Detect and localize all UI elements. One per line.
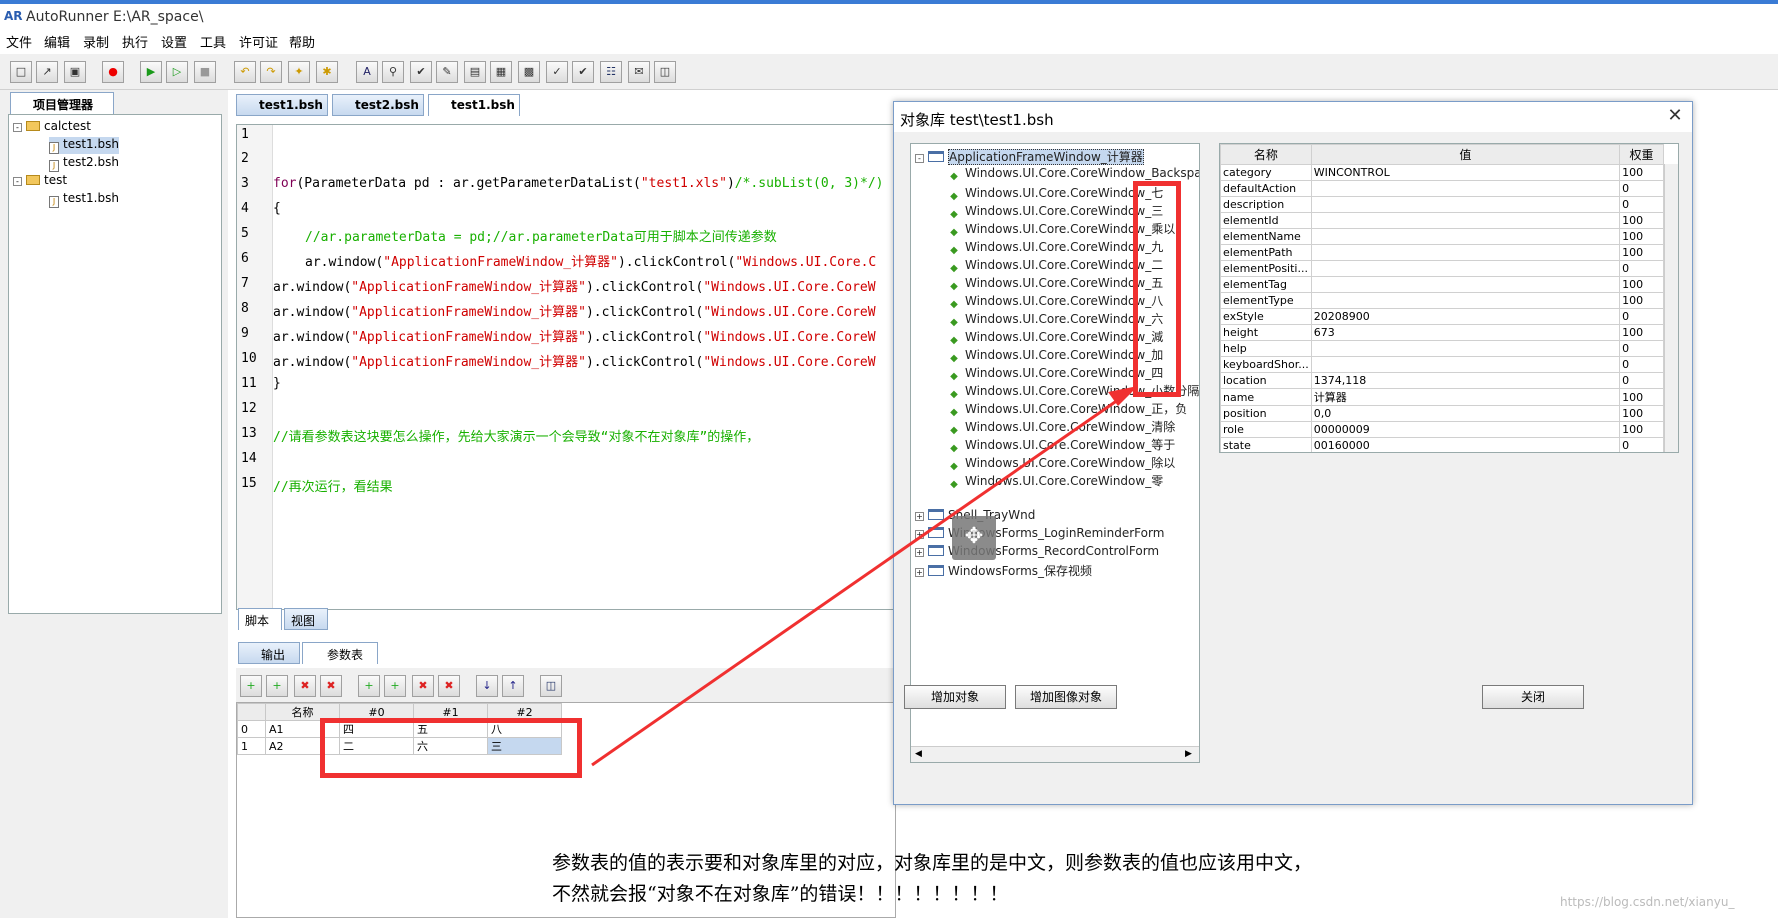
watermark: https://blog.csdn.net/xianyu_ xyxy=(1560,895,1735,909)
annotation-arrow xyxy=(591,386,1138,767)
arrow-line xyxy=(591,391,1129,767)
caption-line: 参数表的值的表示要和对象库里的对应，对象库里的是中文，则参数表的值也应该用中文， xyxy=(552,852,1313,874)
caption-line: 不然就会报“对象不在对象库”的错误！！！！！！！！ xyxy=(552,883,1009,905)
caption: 参数表的值的表示要和对象库里的对应，对象库里的是中文，则参数表的值也应该用中文，… xyxy=(552,848,1312,910)
